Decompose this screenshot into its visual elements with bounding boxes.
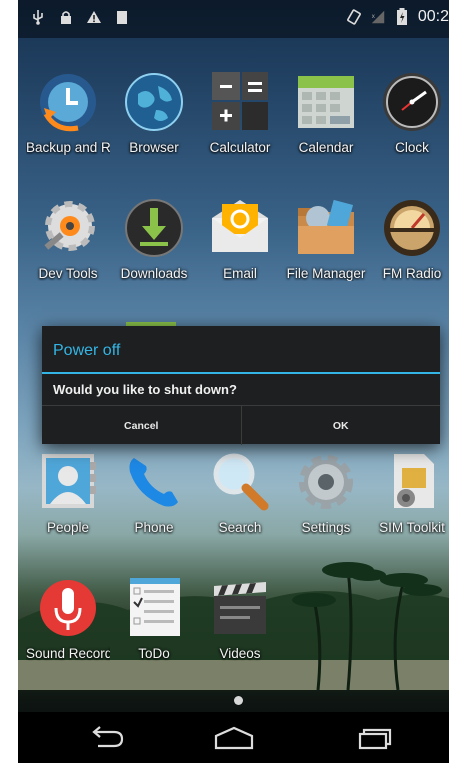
app-sound-recorder[interactable]: Sound Recorde	[26, 576, 110, 661]
app-label: Calculator	[209, 140, 271, 155]
app-label: SIM Toolkit	[379, 520, 445, 535]
app-label: Clock	[395, 140, 429, 155]
calculator-icon	[208, 70, 272, 134]
sound-recorder-icon	[36, 576, 100, 640]
app-label: FM Radio	[382, 266, 442, 281]
app-label: Dev Tools	[38, 266, 98, 281]
home-icon[interactable]	[204, 720, 264, 756]
recent-apps-icon[interactable]	[344, 720, 404, 756]
settings-icon	[294, 450, 358, 514]
people-icon	[36, 450, 100, 514]
app-search[interactable]: Search	[198, 450, 282, 535]
dialog-button-bar: Cancel OK	[42, 405, 440, 445]
app-phone[interactable]: Phone	[112, 450, 196, 535]
battery-icon	[394, 8, 410, 26]
file-manager-icon	[294, 196, 358, 260]
app-label: Videos	[219, 646, 261, 661]
app-email[interactable]: Email	[198, 196, 282, 281]
phone-icon	[122, 450, 186, 514]
app-todo[interactable]: ToDo	[112, 576, 196, 661]
dialog-title: Power off	[53, 342, 121, 359]
app-label: Calendar	[298, 140, 354, 155]
svg-text:x: x	[372, 13, 376, 20]
sim-toolkit-icon	[380, 450, 444, 514]
warning-icon	[86, 8, 102, 26]
search-icon	[208, 450, 272, 514]
app-backup-and-restore[interactable]: Backup and Re	[26, 70, 110, 155]
app-label: File Manager	[286, 266, 366, 281]
back-icon[interactable]	[76, 720, 136, 756]
app-fm-radio[interactable]: FM Radio	[370, 196, 449, 281]
app-label: Search	[218, 520, 262, 535]
app-people[interactable]: People	[26, 450, 110, 535]
app-browser[interactable]: Browser	[112, 70, 196, 155]
app-label: Settings	[301, 520, 351, 535]
app-label: ToDo	[138, 646, 170, 661]
status-clock: 00:2	[417, 8, 449, 25]
videos-icon	[208, 576, 272, 640]
app-calendar[interactable]: Calendar	[284, 70, 368, 155]
dialog-title-divider	[42, 372, 440, 374]
app-label: Sound Recorde	[26, 646, 110, 661]
app-sim-toolkit[interactable]: SIM Toolkit	[370, 450, 449, 535]
app-label: Downloads	[120, 266, 188, 281]
app-calculator[interactable]: Calculator	[198, 70, 282, 155]
email-icon	[208, 196, 272, 260]
app-label: Email	[223, 266, 257, 281]
app-label: Phone	[134, 520, 174, 535]
app-file-manager[interactable]: File Manager	[284, 196, 368, 281]
power-off-dialog: Power off Would you like to shut down? C…	[42, 326, 440, 445]
calendar-icon	[294, 70, 358, 134]
signal-icon: x	[370, 8, 386, 26]
browser-icon	[122, 70, 186, 134]
navigation-bar	[18, 712, 449, 763]
backup-icon	[36, 70, 100, 134]
fm-radio-icon	[380, 196, 444, 260]
app-label: People	[46, 520, 90, 535]
page-indicator	[234, 696, 243, 705]
app-downloads[interactable]: Downloads	[112, 196, 196, 281]
app-dev-tools[interactable]: Dev Tools	[26, 196, 110, 281]
lock-icon	[58, 8, 74, 26]
cancel-button[interactable]: Cancel	[42, 406, 242, 445]
app-clock[interactable]: Clock	[370, 70, 449, 155]
dialog-message: Would you like to shut down?	[53, 382, 237, 397]
app-videos[interactable]: Videos	[198, 576, 282, 661]
app-settings[interactable]: Settings	[284, 450, 368, 535]
ok-button[interactable]: OK	[242, 406, 441, 445]
rotate-icon	[346, 8, 362, 26]
app-label: Backup and Re	[26, 140, 110, 155]
downloads-icon	[122, 196, 186, 260]
sd-card-icon	[114, 8, 130, 26]
dev-tools-icon	[36, 196, 100, 260]
clock-icon	[380, 70, 444, 134]
usb-icon	[30, 8, 46, 26]
status-bar: x 00:2	[18, 0, 449, 38]
home-screen: x 00:2 Backup and Re Browser Calculator …	[18, 0, 449, 763]
todo-icon	[122, 576, 186, 640]
app-label: Browser	[129, 140, 179, 155]
